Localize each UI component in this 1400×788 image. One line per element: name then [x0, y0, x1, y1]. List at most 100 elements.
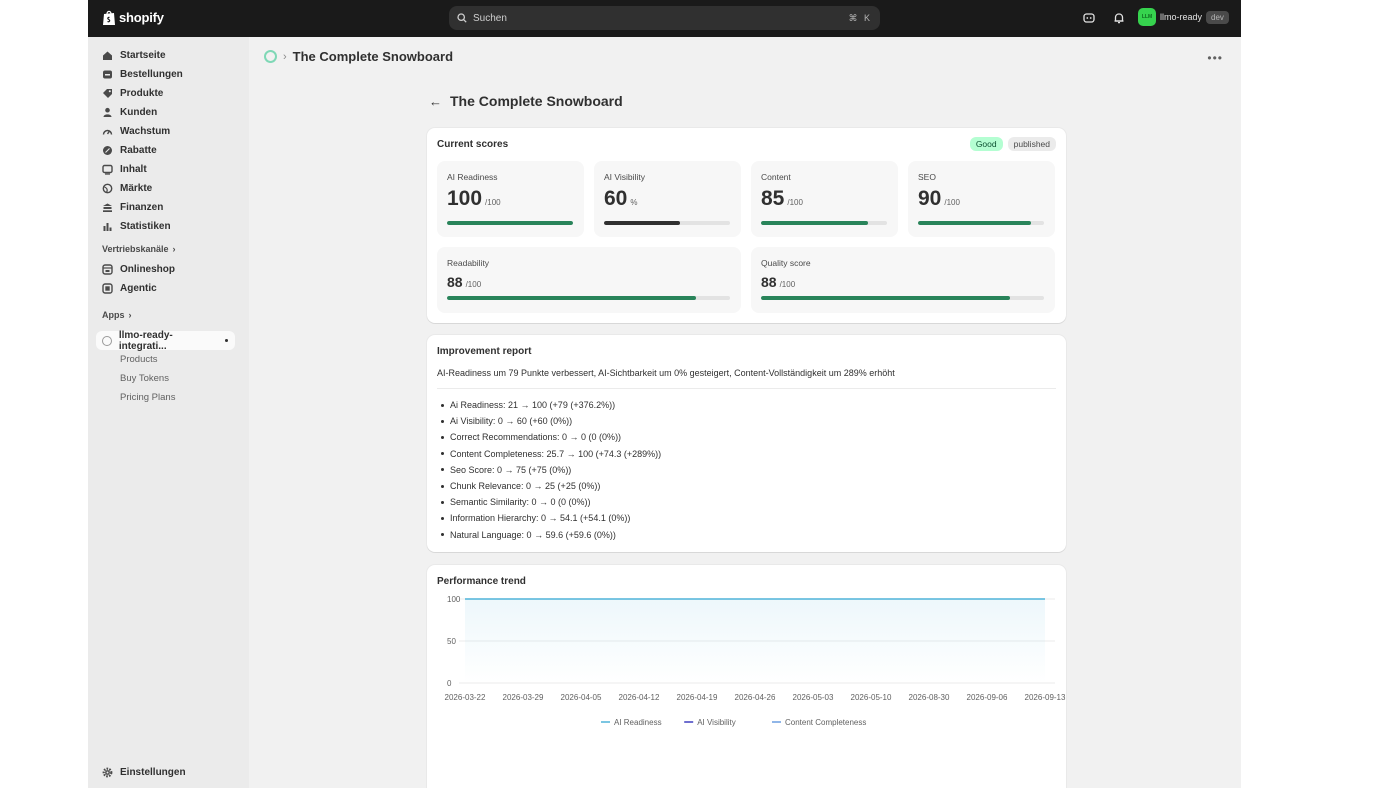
- legend-label: Content Completeness: [785, 718, 866, 727]
- orders-icon: [103, 70, 112, 78]
- sidebar-subitem-products[interactable]: Products: [120, 354, 158, 365]
- account-tag: dev: [1206, 10, 1229, 24]
- list-item: Seo Score: 0 → 75 (+75 (0%)): [441, 462, 661, 478]
- account-menu[interactable]: LLM llmo-ready dev: [1138, 8, 1229, 26]
- sidebar-item-rabatte[interactable]: Rabatte: [102, 141, 157, 159]
- chevron-right-icon: ›: [128, 310, 132, 320]
- progress-bar: [604, 221, 730, 225]
- sidebar-item-bestellungen[interactable]: Bestellungen: [102, 65, 183, 83]
- sidebar-subitem-buy-tokens[interactable]: Buy Tokens: [120, 373, 169, 384]
- page-title: The Complete Snowboard: [450, 93, 623, 109]
- progress-fill: [447, 296, 697, 300]
- top-bar: shopify ⌘ K LLM llmo-ready dev: [88, 0, 1241, 37]
- series-area: [465, 599, 1045, 683]
- x-tick-label: 2026-04-12: [619, 693, 660, 702]
- progress-bar: [918, 221, 1044, 225]
- progress-fill: [447, 221, 573, 225]
- metric-number: 60: [604, 187, 628, 210]
- progress-fill: [918, 221, 1032, 225]
- progress-fill: [761, 221, 869, 225]
- divider: [437, 388, 1056, 389]
- back-arrow-icon[interactable]: ←: [429, 94, 442, 109]
- chart-icon: [103, 222, 112, 231]
- metric-value: 100/100: [447, 187, 501, 211]
- breadcrumb-title: The Complete Snowboard: [292, 49, 454, 64]
- list-item: Natural Language: 0 → 59.6 (+59.6 (0%)): [441, 527, 661, 543]
- more-actions-icon[interactable]: •••: [1207, 51, 1223, 65]
- list-item: Semantic Similarity: 0 → 0 (0 (0%)): [441, 494, 661, 510]
- sidebar-item-label: Bestellungen: [120, 68, 183, 80]
- sales-channels-heading[interactable]: Vertriebskanäle ›: [102, 244, 176, 254]
- search-bar[interactable]: ⌘ K: [449, 6, 880, 30]
- sidebar-item-maerkte[interactable]: Märkte: [102, 179, 152, 197]
- improvement-report-card: Improvement report AI-Readiness um 79 Pu…: [427, 335, 1066, 552]
- metric-label: AI Visibility: [604, 172, 645, 182]
- x-tick-label: 2026-03-22: [445, 693, 486, 702]
- sales-channels-label: Vertriebskanäle: [102, 244, 169, 254]
- metric-unit: %: [630, 198, 638, 207]
- main-content: › The Complete Snowboard ••• ← The Compl…: [249, 37, 1241, 788]
- metric-number: 85: [761, 187, 785, 210]
- app-name: llmo-ready-integrati...: [118, 329, 173, 352]
- metric-seo: SEO 90/100: [908, 161, 1055, 237]
- bell-icon[interactable]: [1112, 11, 1126, 25]
- progress-fill: [761, 296, 1011, 300]
- y-tick-label: 50: [447, 637, 456, 646]
- sidebar-item-app[interactable]: llmo-ready-integrati...: [96, 329, 235, 352]
- list-item: Information Hierarchy: 0 → 54.1 (+54.1 (…: [441, 510, 661, 526]
- shopify-logo[interactable]: shopify: [102, 9, 164, 26]
- metric-value: 85/100: [761, 187, 803, 211]
- sidebar-item-onlineshop[interactable]: Onlineshop: [102, 260, 175, 278]
- search-input[interactable]: [473, 12, 843, 24]
- globe-icon: [102, 183, 113, 193]
- pin-dot-icon[interactable]: [225, 339, 228, 342]
- card-title: Current scores: [437, 139, 509, 150]
- sidebar-item-inhalt[interactable]: Inhalt: [102, 160, 147, 178]
- progress-bar: [761, 296, 1044, 300]
- metric-unit: /100: [944, 198, 960, 207]
- metric-ai-readiness: AI Readiness 100/100: [437, 161, 584, 237]
- status-badge-published: published: [1007, 137, 1056, 151]
- metric-ai-visibility: AI Visibility 60%: [594, 161, 741, 237]
- sidebar-item-label: Kunden: [120, 106, 158, 118]
- chevron-right-icon: ›: [283, 50, 287, 63]
- sidebar-item-agentic[interactable]: Agentic: [102, 279, 157, 297]
- sidebar-item-wachstum[interactable]: Wachstum: [102, 122, 170, 140]
- sidebar-item-produkte[interactable]: Produkte: [102, 84, 163, 102]
- metric-unit: /100: [787, 198, 803, 207]
- sidebar-item-statistiken[interactable]: Statistiken: [102, 217, 171, 235]
- status-badge-good: Good: [969, 137, 1003, 151]
- status-badges: Good published: [969, 137, 1056, 151]
- x-tick-label: 2026-03-29: [503, 693, 544, 702]
- app-logo-icon[interactable]: [264, 50, 277, 63]
- x-tick-label: 2026-04-05: [561, 693, 602, 702]
- shopify-admin-window: shopify ⌘ K LLM llmo-ready dev: [88, 0, 1241, 788]
- sidebar: Startseite Bestellungen Produkte Kunden …: [88, 37, 249, 788]
- metric-label: Content: [761, 172, 791, 182]
- x-tick-label: 2026-05-10: [851, 693, 892, 702]
- sidebar-subitem-pricing-plans[interactable]: Pricing Plans: [120, 392, 175, 403]
- assistant-icon[interactable]: [1082, 11, 1096, 25]
- metric-number: 100: [447, 187, 483, 210]
- card-title: Performance trend: [437, 576, 526, 587]
- person-icon: [103, 107, 112, 117]
- sidebar-item-einstellungen[interactable]: Einstellungen: [102, 763, 186, 781]
- card-title: Improvement report: [437, 346, 532, 357]
- metric-value: 88/100: [447, 274, 481, 290]
- metric-quality-score: Quality score 88/100: [751, 247, 1055, 313]
- metric-readability: Readability 88/100: [437, 247, 741, 313]
- home-icon: [103, 51, 112, 60]
- metric-number: 88: [761, 274, 777, 290]
- apps-heading[interactable]: Apps ›: [102, 310, 132, 320]
- sidebar-item-startseite[interactable]: Startseite: [102, 46, 166, 64]
- progress-bar: [447, 221, 573, 225]
- metric-label: AI Readiness: [447, 172, 498, 182]
- metric-value: 88/100: [761, 274, 795, 290]
- sidebar-item-finanzen[interactable]: Finanzen: [102, 198, 163, 216]
- report-list: Ai Readiness: 21 → 100 (+79 (+376.2%)) A…: [441, 397, 661, 543]
- sidebar-item-kunden[interactable]: Kunden: [102, 103, 157, 121]
- current-scores-card: Current scores Good published AI Readine…: [427, 128, 1066, 323]
- app-icon: [102, 335, 112, 346]
- metric-content: Content 85/100: [751, 161, 898, 237]
- x-tick-label: 2026-09-06: [967, 693, 1008, 702]
